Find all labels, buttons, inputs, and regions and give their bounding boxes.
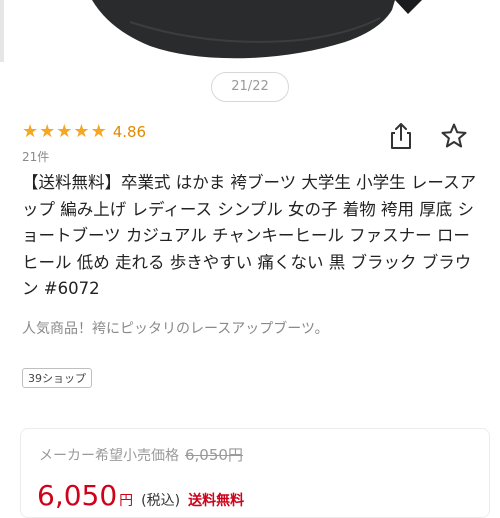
shop-badge: 39ショップ	[22, 368, 92, 388]
star-icon: ★	[22, 121, 39, 142]
share-button[interactable]	[388, 122, 414, 150]
product-image[interactable]	[0, 0, 500, 62]
previous-image-edge	[0, 0, 4, 62]
rating-stars: ★ ★ ★ ★ ★	[22, 123, 107, 141]
product-catchphrase: 人気商品！袴にピッタリのレースアップブーツ。	[22, 321, 329, 337]
price-value: 6,050	[37, 479, 118, 512]
star-outline-icon	[441, 123, 467, 148]
boot-photo-crop	[92, 0, 422, 59]
price-currency: 円	[119, 493, 134, 509]
review-count[interactable]: 21件	[22, 148, 49, 165]
star-icon: ★	[56, 121, 73, 142]
product-title: 【送料無料】卒業式 はかま 袴ブーツ 大学生 小学生 レースアップ 編み上げ レ…	[22, 173, 477, 298]
share-icon	[391, 123, 411, 149]
star-icon: ★	[39, 121, 56, 142]
rating-value: 4.86	[112, 123, 147, 141]
star-icon: ★	[90, 121, 107, 142]
star-icon: ★	[73, 121, 90, 142]
favorite-button[interactable]	[440, 122, 468, 150]
msrp-label: メーカー希望小売価格	[39, 448, 179, 464]
rating-row[interactable]: ★ ★ ★ ★ ★ 4.86	[22, 122, 146, 142]
msrp-row: メーカー希望小売価格 6,050円	[39, 444, 243, 465]
msrp-value: 6,050円	[185, 446, 243, 464]
price-box: メーカー希望小売価格 6,050円 6,050 円 (税込) 送料無料	[20, 428, 490, 518]
price-row: 6,050 円 (税込) 送料無料	[37, 479, 244, 512]
tax-note: (税込)	[141, 493, 181, 509]
free-shipping-label: 送料無料	[188, 493, 245, 509]
image-counter: 21/22	[211, 72, 289, 102]
